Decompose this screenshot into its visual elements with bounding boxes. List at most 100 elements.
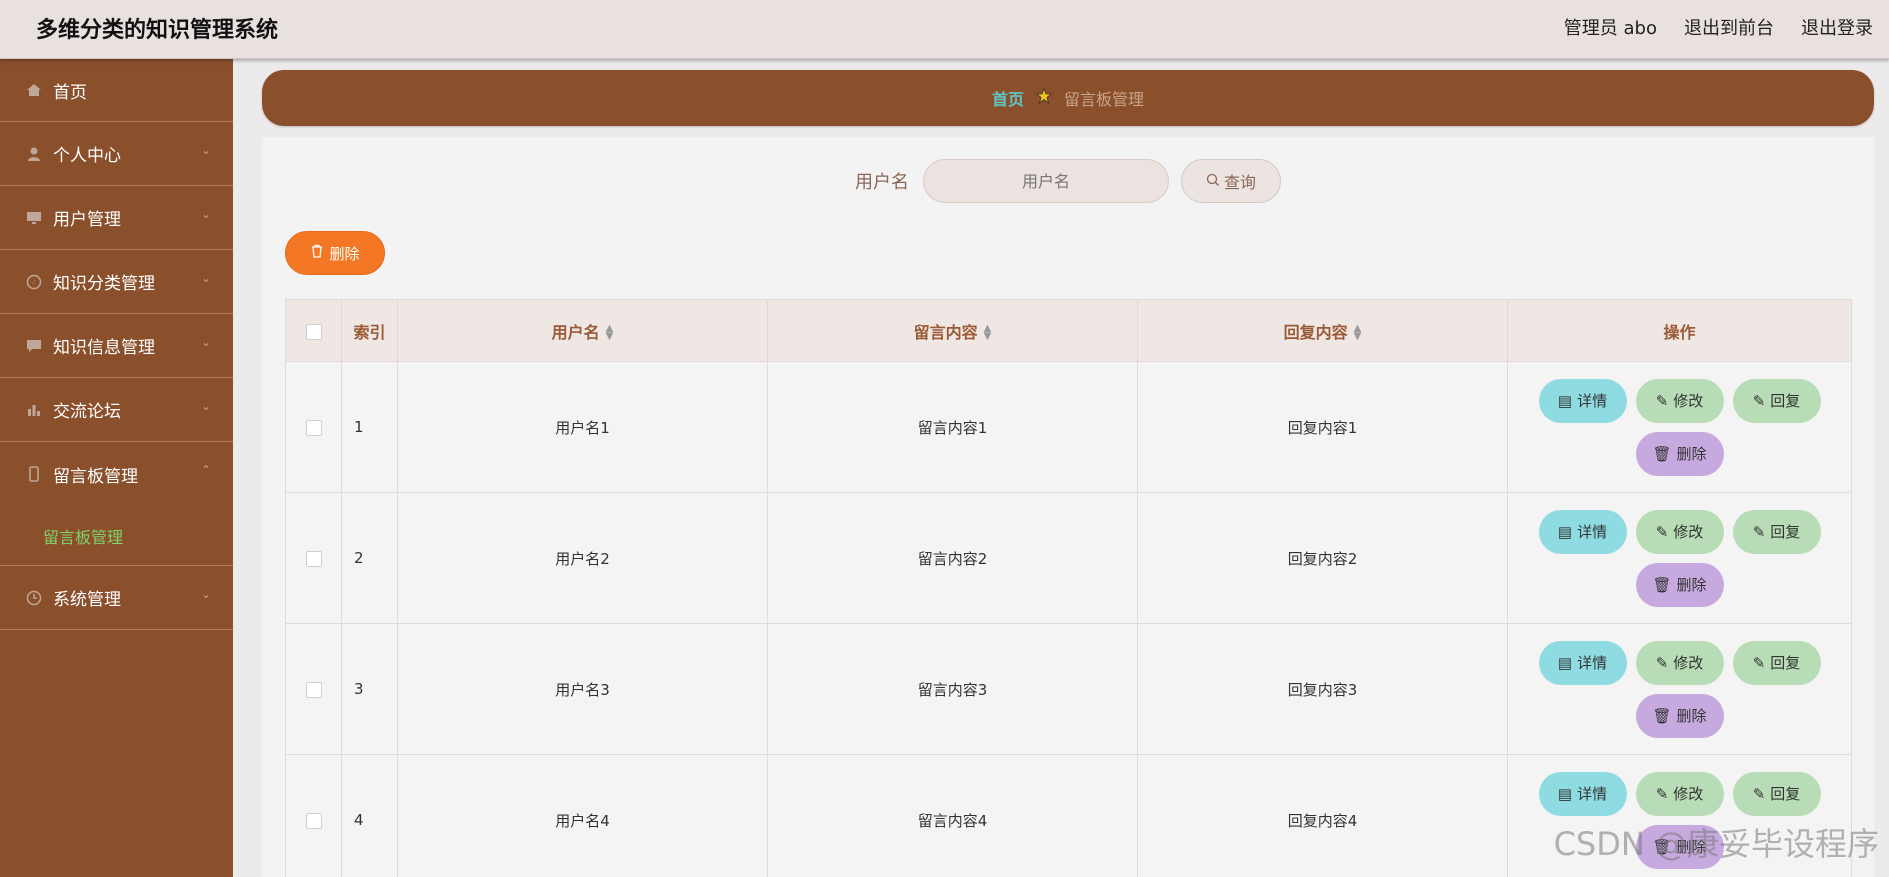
row-checkbox[interactable] xyxy=(305,812,322,829)
reply-label: 回复 xyxy=(1770,655,1801,672)
reply-button[interactable]: ✎ 回复 xyxy=(1732,640,1821,685)
row-delete-button[interactable]: 🗑 删除 xyxy=(1635,562,1724,607)
front-link[interactable]: 退出到前台 xyxy=(1684,14,1774,40)
edit-button[interactable]: ✎ 修改 xyxy=(1635,509,1724,554)
row-username: 用户名2 xyxy=(397,492,768,624)
table-row: 1 用户名1 留言内容1 回复内容1 ▤ 详情 ✎ 修改 ✎ 回复 🗑 删除 xyxy=(285,361,1852,493)
sort-icon[interactable]: ▲ ▼ xyxy=(606,324,614,342)
breadcrumb-home[interactable]: 首页 xyxy=(992,86,1024,110)
phone-icon xyxy=(25,465,43,483)
edit-button[interactable]: ✎ 修改 xyxy=(1635,771,1724,816)
document-icon: ▤ xyxy=(1557,392,1573,410)
table-row: 2 用户名2 留言内容2 回复内容2 ▤ 详情 ✎ 修改 ✎ 回复 🗑 删除 xyxy=(285,492,1852,624)
reply-label: 回复 xyxy=(1770,524,1801,541)
edit-label: 修改 xyxy=(1673,786,1704,803)
username-search-input[interactable] xyxy=(923,159,1169,203)
search-label: 用户名 xyxy=(855,172,909,193)
row-checkbox[interactable] xyxy=(305,550,322,567)
edit-label: 修改 xyxy=(1673,655,1704,672)
document-icon: ▤ xyxy=(1557,523,1573,541)
sidebar-item-forum[interactable]: 交流论坛 ⌄ xyxy=(0,378,233,442)
sidebar-item-category[interactable]: 知识分类管理 ⌄ xyxy=(0,250,233,314)
row-delete-button[interactable]: 🗑 删除 xyxy=(1635,431,1724,476)
edit-label: 修改 xyxy=(1673,393,1704,410)
header-content-label: 留言内容 xyxy=(913,322,978,342)
detail-button[interactable]: ▤ 详情 xyxy=(1538,509,1627,554)
row-checkbox[interactable] xyxy=(305,419,322,436)
header-index: 索引 xyxy=(341,299,398,362)
row-checkbox[interactable] xyxy=(305,681,322,698)
chevron-down-icon: ⌄ xyxy=(200,335,211,349)
header-reply-label: 回复内容 xyxy=(1283,322,1348,342)
batch-delete-button[interactable]: 删除 xyxy=(285,231,385,275)
submenu-message-board[interactable]: 留言板管理 xyxy=(0,506,233,566)
header-username[interactable]: 用户名 ▲ ▼ xyxy=(397,299,768,362)
sidebar-item-users[interactable]: 用户管理 ⌄ xyxy=(0,186,233,250)
detail-label: 详情 xyxy=(1577,786,1608,803)
row-reply: 回复内容2 xyxy=(1137,492,1508,624)
sort-icon[interactable]: ▲ ▼ xyxy=(1354,324,1362,342)
search-button-label: 查询 xyxy=(1223,173,1256,192)
row-index: 3 xyxy=(341,623,398,755)
top-links: 管理员 abo 退出到前台 退出登录 xyxy=(1564,14,1873,40)
content-panel: 用户名 查询 删除 索引 用户名 ▲▼ 留言内容 ▲▼ 回复内容 ▲▼ 操作 xyxy=(262,137,1874,877)
row-index: 1 xyxy=(341,361,398,493)
sidebar-item-profile[interactable]: 个人中心 ⌄ xyxy=(0,122,233,186)
sidebar-item-knowledge[interactable]: 知识信息管理 ⌄ xyxy=(0,314,233,378)
search-row: 用户名 查询 xyxy=(262,159,1874,203)
row-reply: 回复内容3 xyxy=(1137,623,1508,755)
sidebar-item-label: 知识信息管理 xyxy=(53,338,155,358)
clock-icon xyxy=(25,589,43,607)
sort-icon[interactable]: ▲ ▼ xyxy=(984,324,992,342)
edit-button[interactable]: ✎ 修改 xyxy=(1635,378,1724,423)
row-content: 留言内容1 xyxy=(767,361,1138,493)
detail-button[interactable]: ▤ 详情 xyxy=(1538,771,1627,816)
search-icon xyxy=(1206,172,1220,191)
edit-button[interactable]: ✎ 修改 xyxy=(1635,640,1724,685)
reply-label: 回复 xyxy=(1770,786,1801,803)
trash-icon xyxy=(310,244,324,262)
admin-label: 管理员 abo xyxy=(1563,18,1657,39)
detail-button[interactable]: ▤ 详情 xyxy=(1538,640,1627,685)
pencil-icon: ✎ xyxy=(1655,785,1669,803)
row-delete-label: 删除 xyxy=(1676,708,1707,725)
row-ops: ▤ 详情 ✎ 修改 ✎ 回复 🗑 删除 xyxy=(1507,361,1852,493)
reply-label: 回复 xyxy=(1770,393,1801,410)
user-icon xyxy=(25,145,43,163)
sidebar-item-label: 首页 xyxy=(53,82,87,103)
row-reply: 回复内容1 xyxy=(1137,361,1508,493)
document-icon: ▤ xyxy=(1557,654,1573,672)
select-all-checkbox[interactable] xyxy=(305,323,322,340)
sidebar-item-messages[interactable]: 留言板管理 ⌃ xyxy=(0,442,233,506)
search-button[interactable]: 查询 xyxy=(1181,159,1281,203)
reply-button[interactable]: ✎ 回复 xyxy=(1732,509,1821,554)
breadcrumb: 首页 留言板管理 xyxy=(262,70,1874,126)
row-delete-button[interactable]: 🗑 删除 xyxy=(1635,693,1724,738)
reply-button[interactable]: ✎ 回复 xyxy=(1732,378,1821,423)
header-username-label: 用户名 xyxy=(551,322,600,342)
sidebar-item-home[interactable]: 首页 xyxy=(0,59,233,122)
sidebar-item-system[interactable]: 系统管理 ⌄ xyxy=(0,566,233,630)
compass-icon xyxy=(25,273,43,291)
sidebar: 首页 个人中心 ⌄ 用户管理 ⌄ 知识分类管理 ⌄ 知识信息管理 ⌄ 交流论坛 … xyxy=(0,59,233,877)
sidebar-item-label: 留言板管理 xyxy=(53,466,138,487)
row-select-cell xyxy=(285,361,342,493)
chevron-down-icon: ⌄ xyxy=(200,271,211,285)
row-ops: ▤ 详情 ✎ 修改 ✎ 回复 🗑 删除 xyxy=(1507,623,1852,755)
message-icon xyxy=(25,337,43,355)
trash-icon: 🗑 xyxy=(1652,445,1672,463)
reply-button[interactable]: ✎ 回复 xyxy=(1732,771,1821,816)
header-reply[interactable]: 回复内容 ▲ ▼ xyxy=(1137,299,1508,362)
header-content[interactable]: 留言内容 ▲ ▼ xyxy=(767,299,1138,362)
sidebar-item-label: 用户管理 xyxy=(53,210,121,230)
detail-label: 详情 xyxy=(1577,524,1608,541)
chevron-down-icon: ⌄ xyxy=(200,143,211,157)
row-username: 用户名3 xyxy=(397,623,768,755)
row-content: 留言内容3 xyxy=(767,623,1138,755)
detail-button[interactable]: ▤ 详情 xyxy=(1538,378,1627,423)
row-username: 用户名4 xyxy=(397,754,768,877)
row-username: 用户名1 xyxy=(397,361,768,493)
detail-label: 详情 xyxy=(1577,393,1608,410)
logout-link[interactable]: 退出登录 xyxy=(1801,14,1873,40)
row-select-cell xyxy=(285,623,342,755)
